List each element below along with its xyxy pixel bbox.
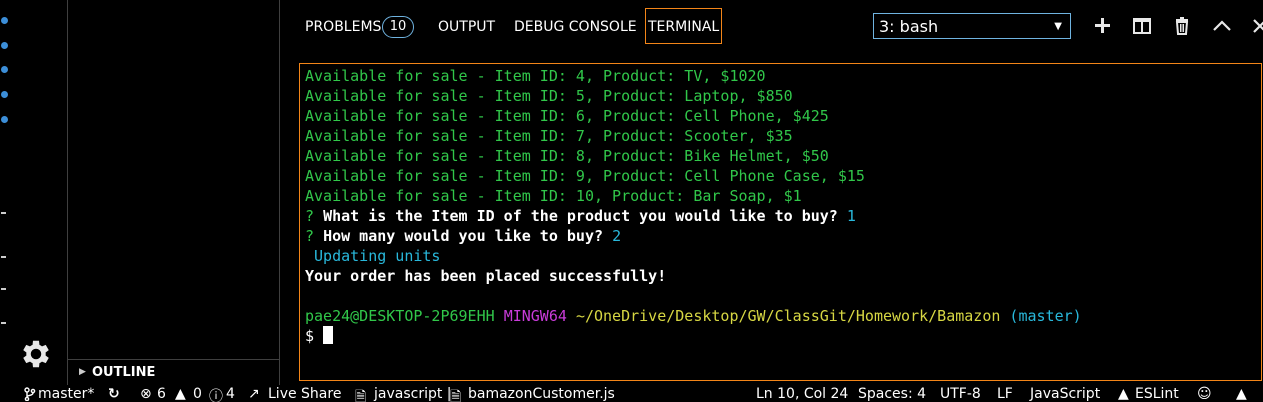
tab-terminal[interactable]: TERMINAL [645,8,723,44]
prompt-branch: (master) [1009,307,1082,325]
terminal-line: ? What is the Item ID of the product you… [305,206,1261,226]
status-encoding[interactable]: UTF-8 [940,386,981,402]
prompt-path: ~/OneDrive/Desktop/GW/ClassGit/Homework/… [575,307,1001,325]
activity-marker [1,116,8,123]
git-branch-icon [24,387,36,401]
terminal-line: Available for sale - Item ID: 10, Produc… [305,187,802,205]
sync-icon[interactable]: ↻ [108,386,120,402]
status-warnings[interactable]: 0 [193,386,202,402]
activity-marker [1,17,8,24]
terminal-line: Updating units [305,247,441,265]
activity-tick [1,322,6,324]
terminal-line: Your order has been placed successfully! [305,267,667,285]
error-icon: ⊗ [140,386,152,402]
terminal-cursor [323,326,334,344]
prompt-question: How many would you like to buy? [323,227,604,245]
sidebar [68,0,279,385]
status-position[interactable]: Ln 10, Col 24 [756,386,848,402]
prompt-answer: 1 [846,207,856,225]
terminal-input-line[interactable]: $ [305,326,1261,346]
tab-debug-console[interactable]: DEBUG CONSOLE [514,19,637,35]
status-eol[interactable]: LF [997,386,1013,402]
trash-icon[interactable] [1171,14,1193,38]
activity-tick [1,256,6,258]
chevron-up-icon[interactable] [1211,14,1233,38]
chevron-down-icon: ▼ [1054,21,1062,32]
close-icon[interactable] [1250,14,1263,38]
prompt-question-mark: ? [305,207,315,225]
status-live-share[interactable]: Live Share [268,386,341,402]
gear-icon[interactable] [18,336,54,372]
terminal-line: Available for sale - Item ID: 4, Product… [305,67,766,85]
status-file[interactable]: bamazonCustomer.js [468,386,615,402]
terminal-line: Available for sale - Item ID: 7, Product… [305,127,793,145]
split-terminal-icon[interactable] [1131,14,1153,38]
problems-count-badge: 10 [382,16,414,38]
bell-icon[interactable]: ▲ [1236,386,1247,402]
terminal-line: Available for sale - Item ID: 9, Product… [305,167,865,185]
panel-header: PROBLEMS 10 OUTPUT DEBUG CONSOLE TERMINA… [280,0,1263,60]
chevron-right-icon: ▶ [79,367,86,377]
status-spaces[interactable]: Spaces: 4 [858,386,926,402]
terminal-select[interactable]: 3: bash ▼ [873,13,1071,39]
activity-marker [1,66,8,73]
tab-problems[interactable]: PROBLEMS [305,19,381,35]
prompt-question-mark: ? [305,227,315,245]
info-icon: ⓘ [209,389,223,402]
status-language[interactable]: JavaScript [1030,386,1100,402]
smiley-icon[interactable]: ☺ [1197,386,1212,402]
status-errors[interactable]: 6 [157,386,166,402]
terminal-select-value: 3: bash [879,17,939,36]
prompt-user: pae24@DESKTOP-2P69EHH [305,307,495,325]
status-eslint[interactable]: ESLint [1135,386,1179,402]
activity-tick [1,288,6,290]
tab-output[interactable]: OUTPUT [438,19,495,35]
activity-tick [1,212,6,214]
activity-marker [1,42,8,49]
warning-icon: ▲ [1118,386,1129,402]
warning-icon: ▲ [175,386,186,402]
terminal-line: ? How many would you like to buy? 2 [305,226,1261,246]
terminal-line: Available for sale - Item ID: 6, Product… [305,107,829,125]
plus-icon[interactable] [1092,14,1114,38]
prompt-dollar: $ [305,327,315,345]
activity-bar [0,0,67,385]
prompt-env: MINGW64 [503,307,567,325]
status-language-file[interactable]: javascript | [374,386,452,402]
status-info[interactable]: 4 [226,386,235,402]
file-icon: 🗎 [355,389,367,402]
outline-section[interactable]: ▶ OUTLINE [68,359,279,386]
status-bar: master* ↻ ⊗ 6 ▲ 0 ⓘ 4 ↗ Live Share 🗎 jav… [0,385,1263,402]
prompt-answer: 2 [612,227,622,245]
activity-marker [1,91,8,98]
terminal-line: Available for sale - Item ID: 5, Product… [305,87,793,105]
file-icon: 🗎 [450,389,462,402]
status-branch[interactable]: master* [38,386,94,402]
terminal-line: Available for sale - Item ID: 8, Product… [305,147,829,165]
terminal-output[interactable]: Available for sale - Item ID: 4, Product… [299,63,1262,381]
live-share-icon: ↗ [248,386,260,402]
prompt-question: What is the Item ID of the product you w… [323,207,838,225]
terminal-prompt: pae24@DESKTOP-2P69EHH MINGW64 ~/OneDrive… [305,306,1261,326]
outline-label: OUTLINE [92,365,156,380]
